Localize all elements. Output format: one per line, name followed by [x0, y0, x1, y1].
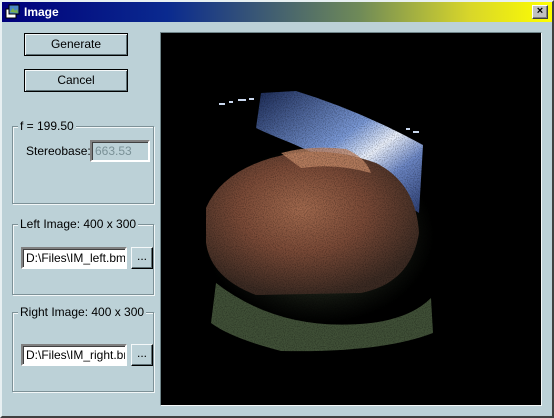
close-icon: ×: [536, 5, 544, 17]
left-image-browse-button[interactable]: ...: [131, 247, 153, 269]
right-image-path-input[interactable]: D:\Files\IM_right.bm: [21, 344, 127, 366]
right-image-group: Right Image: 400 x 300 D:\Files\IM_right…: [12, 305, 154, 392]
image-dialog-window: Image × Generate Cancel f = 199.50 Stere…: [0, 0, 554, 418]
stereobase-field: 663.53: [90, 140, 150, 162]
focal-length-group: f = 199.50 Stereobase: 663.53: [12, 119, 154, 204]
point-cloud-render: [191, 83, 491, 373]
app-icon: [5, 4, 20, 19]
focal-length-legend: f = 199.50: [18, 119, 76, 133]
scene-layer: [191, 83, 491, 373]
title-bar[interactable]: Image ×: [2, 2, 552, 22]
left-image-legend: Left Image: 400 x 300: [18, 217, 139, 231]
left-image-group: Left Image: 400 x 300 D:\Files\IM_left.b…: [12, 217, 154, 295]
window-title: Image: [24, 5, 59, 19]
close-button[interactable]: ×: [532, 5, 548, 19]
right-image-browse-button[interactable]: ...: [131, 344, 153, 366]
stereo-render-preview[interactable]: [160, 32, 542, 406]
left-image-path-input[interactable]: D:\Files\IM_left.bmp: [21, 247, 127, 269]
cancel-button[interactable]: Cancel: [24, 69, 128, 92]
right-image-legend: Right Image: 400 x 300: [18, 305, 147, 319]
stereobase-label: Stereobase:: [26, 144, 91, 158]
generate-button[interactable]: Generate: [24, 33, 128, 56]
